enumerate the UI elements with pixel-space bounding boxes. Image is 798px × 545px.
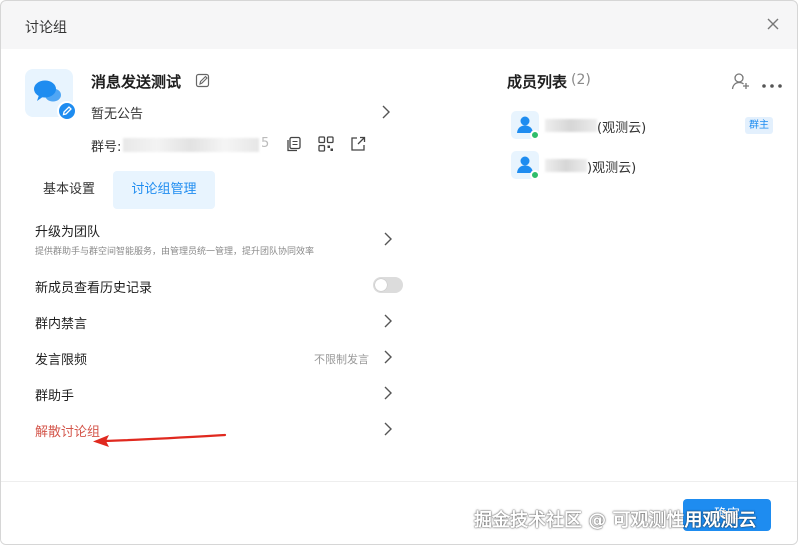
share-icon[interactable] (349, 135, 367, 153)
speech-rate-limit-row[interactable]: 发言限频 不限制发言 (21, 343, 405, 371)
owner-badge: 群主 (745, 117, 773, 134)
group-notice-row[interactable]: 暂无公告 (91, 101, 391, 123)
speech-rate-limit-label: 发言限频 (35, 353, 88, 368)
chevron-right-icon (383, 349, 393, 369)
edit-name-icon[interactable] (195, 73, 211, 89)
dialog-title: 讨论组 (25, 20, 67, 36)
annotation-arrow (93, 433, 227, 447)
copy-icon[interactable] (285, 135, 303, 153)
group-avatar[interactable] (25, 69, 77, 121)
group-notice-text: 暂无公告 (91, 107, 144, 122)
group-mute-row[interactable]: 群内禁言 (21, 307, 405, 335)
upgrade-to-team-label: 升级为团队 (35, 225, 101, 240)
watermark-text: 掘金技术社区 @ 可观测性用观测云 (474, 510, 757, 531)
group-name: 消息发送测试 (91, 73, 182, 91)
avatar (511, 111, 540, 140)
group-id-tail: 5 (261, 136, 270, 151)
speech-rate-limit-value: 不限制发言 (314, 353, 369, 366)
chevron-right-icon (383, 385, 393, 405)
member-name-redacted (545, 119, 597, 132)
members-count: (2) (571, 72, 591, 88)
more-icon[interactable] (761, 76, 783, 88)
group-assistant-row[interactable]: 群助手 (21, 379, 405, 407)
online-status-dot (530, 170, 540, 180)
upgrade-to-team-row[interactable]: 升级为团队 提供群助手与群空间智能服务，由管理员统一管理，提升团队协同效率 (21, 219, 405, 263)
chevron-right-icon (381, 104, 391, 124)
new-member-history-row: 新成员查看历史记录 (21, 271, 405, 299)
member-item[interactable]: (观测云) 群主 (511, 111, 781, 141)
chat-bubbles-icon (34, 80, 61, 102)
member-name-redacted (545, 159, 587, 172)
qrcode-icon[interactable] (317, 135, 335, 153)
chevron-right-icon (383, 313, 393, 333)
members-title: 成员列表 (507, 73, 568, 91)
upgrade-to-team-desc: 提供群助手与群空间智能服务，由管理员统一管理，提升团队协同效率 (35, 247, 315, 257)
chevron-right-icon (383, 421, 393, 441)
pencil-icon[interactable] (57, 101, 77, 121)
group-id-label: 群号: (91, 140, 122, 155)
chevron-right-icon (383, 231, 393, 251)
tab-group-management[interactable]: 讨论组管理 (113, 171, 215, 209)
group-assistant-label: 群助手 (35, 389, 75, 404)
online-status-dot (530, 130, 540, 140)
new-member-history-label: 新成员查看历史记录 (35, 281, 153, 296)
member-org: )观测云) (587, 161, 637, 176)
add-member-icon[interactable] (731, 71, 751, 91)
group-mute-label: 群内禁言 (35, 317, 88, 332)
dialog-content: 消息发送测试 暂无公告 群号: 5 基本设置 讨论组管理 升级为团队 提供群助手… (1, 49, 797, 481)
toggle-knob (375, 279, 387, 291)
avatar (511, 151, 540, 180)
member-org: (观测云) (597, 121, 647, 136)
tab-basic-settings[interactable]: 基本设置 (25, 171, 113, 209)
new-member-history-toggle[interactable] (373, 277, 403, 293)
close-icon[interactable] (763, 14, 783, 34)
group-id-redacted (123, 138, 259, 152)
discussion-group-dialog: 讨论组 消息发送测试 暂无公告 群号: 5 基本设置 讨论组管理 升级为团队 提… (0, 0, 798, 545)
title-bar: 讨论组 (1, 1, 797, 49)
member-item[interactable]: )观测云) (511, 151, 781, 181)
